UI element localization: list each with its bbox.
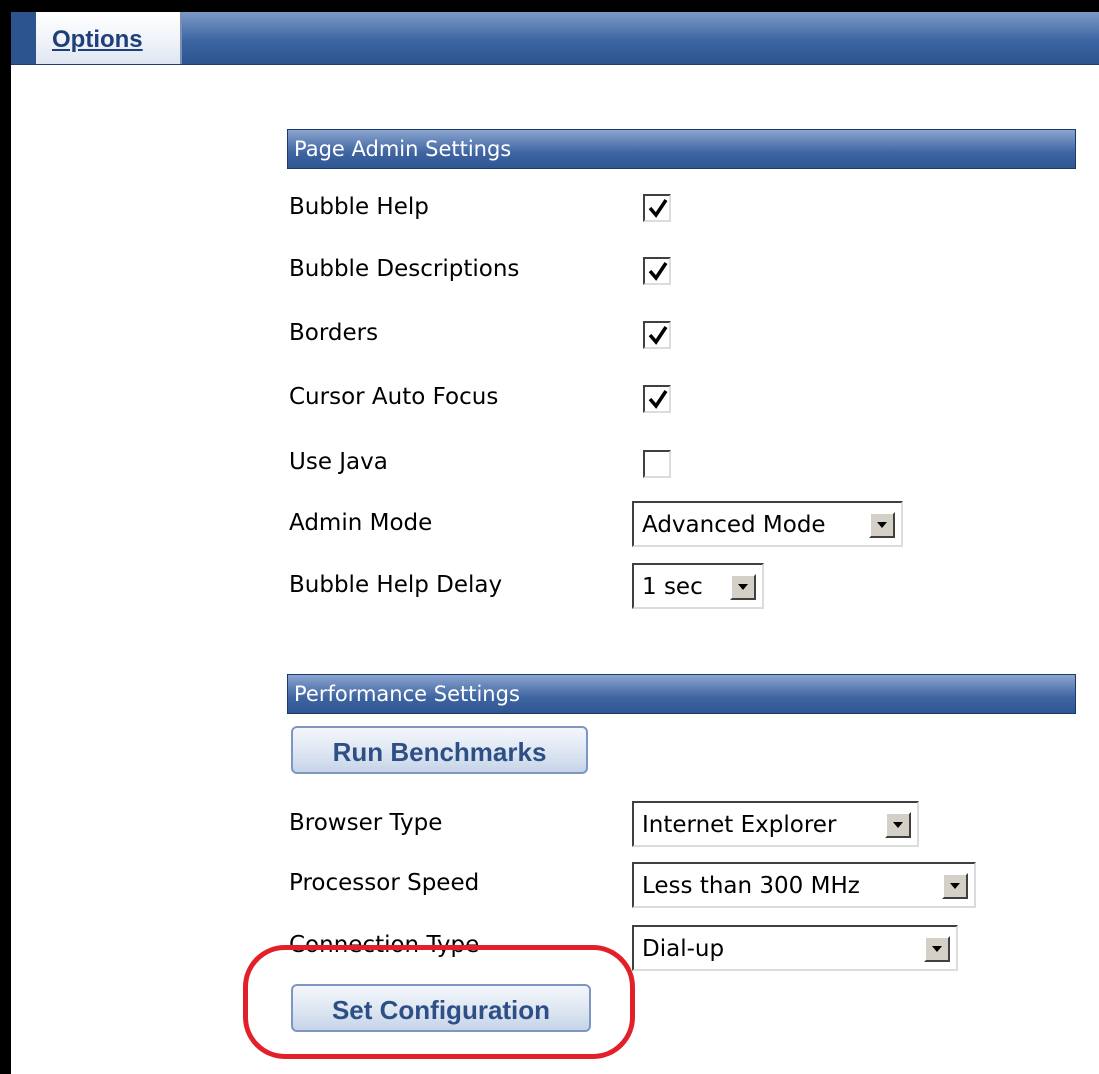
performance-settings-header: Performance Settings: [287, 674, 1076, 714]
tab-bar-left-strip: [11, 12, 36, 64]
highlight-annotation-circle: [243, 945, 635, 1059]
performance-settings-title: Performance Settings: [294, 682, 520, 706]
dropdown-arrow-icon[interactable]: [730, 574, 756, 600]
page-admin-settings-header: Page Admin Settings: [287, 129, 1076, 169]
dropdown-arrow-icon[interactable]: [869, 512, 895, 538]
window-frame-left: [0, 0, 11, 1074]
bubble-descriptions-label: Bubble Descriptions: [289, 256, 520, 282]
use-java-checkbox[interactable]: [643, 450, 671, 478]
borders-checkbox[interactable]: [643, 321, 671, 349]
connection-type-select[interactable]: Dial-up: [632, 925, 958, 971]
connection-type-value: Dial-up: [642, 936, 725, 962]
browser-type-value: Internet Explorer: [642, 812, 837, 838]
dropdown-arrow-icon[interactable]: [942, 873, 968, 899]
check-mark-icon: [648, 326, 668, 345]
borders-label: Borders: [289, 320, 379, 346]
tab-options[interactable]: Options: [36, 12, 182, 64]
run-benchmarks-button[interactable]: Run Benchmarks: [291, 726, 588, 774]
bubble-help-delay-label: Bubble Help Delay: [289, 572, 503, 598]
browser-type-select[interactable]: Internet Explorer: [632, 801, 919, 847]
bubble-descriptions-checkbox[interactable]: [643, 257, 671, 285]
admin-mode-label: Admin Mode: [289, 510, 433, 536]
dropdown-arrow-icon[interactable]: [924, 936, 950, 962]
processor-speed-value: Less than 300 MHz: [642, 873, 860, 899]
bubble-help-delay-select[interactable]: 1 sec: [632, 563, 764, 609]
check-mark-icon: [648, 199, 668, 218]
cursor-auto-focus-label: Cursor Auto Focus: [289, 384, 499, 410]
admin-mode-select[interactable]: Advanced Mode: [632, 501, 903, 547]
bubble-help-delay-value: 1 sec: [642, 574, 703, 600]
bubble-help-checkbox[interactable]: [643, 194, 671, 222]
check-mark-icon: [648, 390, 668, 409]
admin-mode-value: Advanced Mode: [642, 512, 826, 538]
window-frame-top: [0, 0, 1099, 12]
use-java-label: Use Java: [289, 449, 388, 475]
cursor-auto-focus-checkbox[interactable]: [643, 385, 671, 413]
tab-options-label[interactable]: Options: [52, 26, 143, 54]
processor-speed-select[interactable]: Less than 300 MHz: [632, 862, 976, 908]
browser-type-label: Browser Type: [289, 810, 443, 836]
processor-speed-label: Processor Speed: [289, 870, 480, 896]
run-benchmarks-label: Run Benchmarks: [332, 737, 547, 767]
page-admin-settings-title: Page Admin Settings: [294, 137, 512, 161]
check-mark-icon: [648, 262, 668, 281]
bubble-help-label: Bubble Help: [289, 194, 429, 220]
dropdown-arrow-icon[interactable]: [885, 812, 911, 838]
